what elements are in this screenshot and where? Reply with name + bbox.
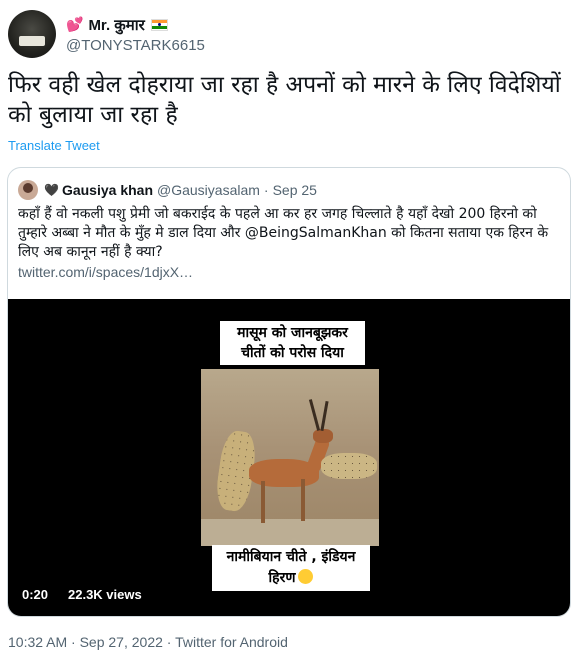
video-caption-bottom: नामीबियान चीते , इंडियन हिरण: [212, 545, 370, 591]
quoted-tweet-header: 🖤 Gausiya khan @Gausiyasalam · Sep 25: [18, 180, 317, 200]
video-duration: 0:20: [22, 587, 49, 602]
tweet-meta: 10:32 AM · Sep 27, 2022 · Twitter for An…: [8, 634, 288, 650]
heart-icon: 💕: [66, 16, 84, 32]
cheetah-image: [321, 453, 377, 479]
quoted-author-avatar[interactable]: [18, 180, 38, 200]
quoted-tweet-date[interactable]: Sep 25: [273, 182, 317, 198]
separator-dot: ·: [263, 182, 269, 198]
author-name[interactable]: Mr. कुमार: [88, 15, 144, 35]
avatar-sign: [19, 36, 45, 46]
author-names: 💕 Mr. कुमार @TONYSTARK6615: [66, 15, 205, 54]
tweet-header: 💕 Mr. कुमार @TONYSTARK6615: [8, 10, 205, 58]
video-frame: [201, 369, 379, 546]
india-flag-icon: [150, 18, 168, 31]
video-views: 22.3K views: [68, 587, 142, 602]
ground: [201, 519, 379, 546]
author-handle[interactable]: @TONYSTARK6615: [66, 37, 205, 54]
tweet-text: फिर वही खेल दोहराया जा रहा है अपनों को म…: [8, 72, 561, 128]
quoted-author-handle[interactable]: @Gausiyasalam: [157, 182, 260, 198]
author-name-row[interactable]: 💕 Mr. कुमार: [66, 15, 205, 35]
video-player[interactable]: मासूम को जानबूझकर चीतों को परोस दिया नाम…: [8, 299, 570, 616]
translate-tweet-link[interactable]: Translate Tweet: [8, 138, 100, 153]
video-caption-top: मासूम को जानबूझकर चीतों को परोस दिया: [220, 321, 365, 365]
black-heart-icon: 🖤: [44, 183, 59, 197]
video-caption-bottom-text: नामीबियान चीते , इंडियन हिरण: [226, 549, 356, 586]
quoted-tweet-text: कहाँ हैं वो नकली पशु प्रेमी जो बकराईद के…: [18, 206, 549, 260]
unamused-face-icon: [298, 569, 314, 584]
quoted-tweet-card[interactable]: 🖤 Gausiya khan @Gausiyasalam · Sep 25 कह…: [7, 167, 571, 617]
author-avatar[interactable]: [8, 10, 56, 58]
quoted-author-name[interactable]: Gausiya khan: [62, 182, 153, 198]
quoted-tweet-link[interactable]: twitter.com/i/spaces/1djxX…: [18, 264, 193, 280]
